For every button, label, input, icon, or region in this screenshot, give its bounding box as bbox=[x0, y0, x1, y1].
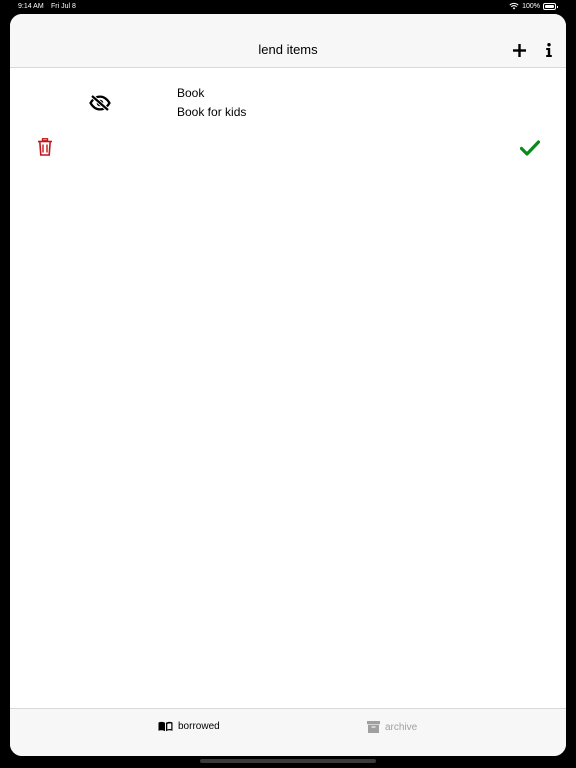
tab-archive-label: archive bbox=[385, 721, 418, 733]
tab-archive[interactable]: archive bbox=[367, 721, 417, 733]
add-button[interactable] bbox=[509, 40, 529, 60]
page-title: lend items bbox=[258, 42, 318, 57]
status-time: 9:14 AM bbox=[18, 3, 44, 10]
archive-box-icon bbox=[367, 721, 380, 733]
navigation-bar: lend items bbox=[10, 14, 566, 68]
item-subtitle: Book for kids bbox=[177, 105, 247, 119]
home-indicator[interactable] bbox=[200, 759, 376, 763]
open-book-icon bbox=[158, 721, 173, 732]
info-button[interactable] bbox=[539, 40, 559, 60]
battery-percentage: 100% bbox=[522, 2, 540, 10]
list-item[interactable]: Book Book for kids bbox=[10, 69, 566, 179]
checkmark-icon[interactable] bbox=[520, 140, 540, 156]
item-title: Book bbox=[177, 86, 205, 100]
info-icon bbox=[546, 43, 552, 57]
eye-slash-icon[interactable] bbox=[89, 95, 111, 111]
status-bar: 9:14 AM Fri Jul 8 100% bbox=[0, 0, 576, 14]
battery-icon bbox=[543, 2, 558, 10]
status-indicators: 100% bbox=[509, 2, 558, 10]
tab-borrowed-label: borrowed bbox=[178, 721, 220, 732]
tab-bar: borrowed archive bbox=[10, 708, 566, 756]
plus-icon bbox=[512, 43, 526, 57]
tab-borrowed[interactable]: borrowed bbox=[158, 721, 220, 732]
wifi-icon bbox=[509, 2, 519, 10]
status-date: Fri Jul 8 bbox=[51, 3, 76, 10]
main-sheet: lend items Book Book for kids borrowed a… bbox=[10, 14, 566, 756]
trash-icon[interactable] bbox=[37, 138, 53, 156]
